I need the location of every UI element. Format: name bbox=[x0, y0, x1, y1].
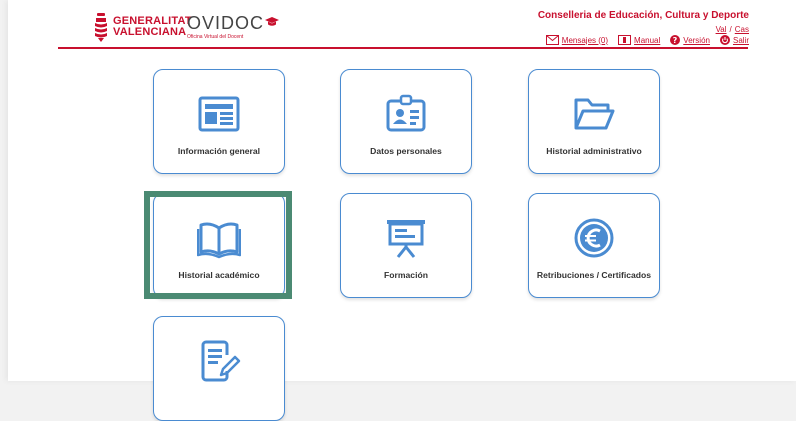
id-card-icon bbox=[386, 94, 426, 132]
presentation-board-icon bbox=[387, 220, 425, 258]
tile-label: Formación bbox=[384, 270, 428, 280]
department-title: Conselleria de Educación, Cultura y Depo… bbox=[537, 10, 749, 21]
folder-open-icon bbox=[574, 98, 615, 130]
messages-link[interactable]: Mensajes (0) bbox=[562, 36, 608, 45]
tile-historial-administrativo[interactable]: Historial administrativo bbox=[528, 69, 660, 174]
power-icon bbox=[719, 35, 730, 45]
ovidoc-title-text: OVIDO bbox=[187, 13, 251, 33]
tile-label: Datos personales bbox=[370, 146, 442, 156]
lang-cas-link[interactable]: Cas bbox=[735, 25, 749, 34]
header-divider bbox=[58, 47, 748, 49]
envelope-icon bbox=[545, 35, 559, 45]
generalitat-emblem-icon bbox=[95, 13, 107, 42]
svg-text:?: ? bbox=[673, 36, 678, 45]
tile-historial-academico[interactable]: Historial académico bbox=[153, 193, 285, 298]
page bbox=[8, 0, 796, 381]
help-icon: ? bbox=[670, 35, 681, 45]
logout-link-group[interactable]: Salir bbox=[719, 35, 749, 45]
tile-document[interactable] bbox=[153, 316, 285, 421]
ovidoc-logo[interactable]: OVIDO C Oficina Virtual del Docent bbox=[187, 13, 280, 40]
header-toolbar: Mensajes (0) Manual ? Versión Salir bbox=[536, 35, 749, 45]
tile-formacion[interactable]: Formación bbox=[340, 193, 472, 298]
tile-datos-personales[interactable]: Datos personales bbox=[340, 69, 472, 174]
language-switcher: Val / Cas bbox=[716, 25, 749, 34]
lang-val-link[interactable]: Val bbox=[716, 25, 727, 34]
tile-informacion-general[interactable]: Información general bbox=[153, 69, 285, 174]
manual-link-group[interactable]: Manual bbox=[618, 35, 660, 45]
tile-label: Información general bbox=[177, 146, 261, 156]
tile-retribuciones-certificados[interactable]: Retribuciones / Certificados bbox=[528, 193, 660, 298]
messages-link-group[interactable]: Mensajes (0) bbox=[545, 35, 608, 45]
generalitat-logo[interactable]: GENERALITAT VALENCIANA bbox=[94, 12, 192, 42]
tile-label: Historial administrativo bbox=[546, 146, 642, 156]
manual-link[interactable]: Manual bbox=[634, 36, 660, 45]
ovidoc-subtitle: Oficina Virtual del Docent bbox=[187, 34, 244, 40]
version-link[interactable]: Versión bbox=[683, 36, 710, 45]
document-edit-icon bbox=[201, 340, 241, 382]
euro-icon bbox=[574, 218, 614, 258]
newspaper-icon bbox=[198, 96, 240, 132]
gva-line-2: VALENCIANA bbox=[113, 26, 187, 38]
version-link-group[interactable]: ? Versión bbox=[670, 35, 710, 45]
tile-label: Retribuciones / Certificados bbox=[536, 270, 652, 280]
graduation-cap-icon bbox=[265, 17, 280, 26]
lang-separator: / bbox=[729, 25, 732, 34]
tile-label: Historial académico bbox=[178, 270, 260, 280]
logout-link[interactable]: Salir bbox=[733, 36, 749, 45]
generalitat-wordmark: GENERALITAT VALENCIANA bbox=[113, 16, 192, 38]
manual-book-icon bbox=[618, 35, 632, 45]
ovidoc-title-last: C bbox=[250, 13, 265, 33]
ovidoc-title: OVIDO C bbox=[187, 13, 280, 33]
open-book-icon bbox=[197, 222, 241, 259]
